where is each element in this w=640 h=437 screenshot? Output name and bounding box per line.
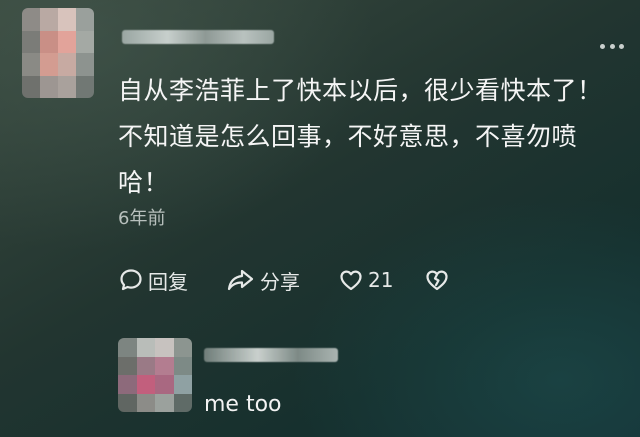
avatar[interactable] bbox=[22, 8, 94, 98]
username[interactable] bbox=[122, 30, 274, 44]
dislike-button[interactable] bbox=[424, 264, 450, 296]
share-label: 分享 bbox=[260, 269, 300, 294]
more-dots-icon[interactable] bbox=[600, 44, 624, 52]
reply-label: 回复 bbox=[148, 269, 188, 294]
reply-avatar[interactable] bbox=[118, 338, 192, 412]
share-arrow-icon bbox=[226, 267, 256, 293]
comment-line: 不知道是怎么回事，不好意思，不喜勿喷 bbox=[118, 122, 578, 151]
comment-line: 哈！ bbox=[118, 168, 170, 197]
reply-username[interactable] bbox=[204, 348, 338, 362]
comment-line: 自从李浩菲上了快本以后，很少看快本了！ bbox=[118, 76, 603, 105]
like-count: 21 bbox=[368, 268, 394, 292]
reply-text: me too bbox=[204, 392, 282, 417]
like-button[interactable]: 21 bbox=[338, 264, 393, 296]
share-button[interactable]: 分享 bbox=[226, 264, 300, 296]
broken-heart-icon bbox=[424, 267, 450, 293]
reply-button[interactable]: 回复 bbox=[118, 264, 188, 296]
heart-icon bbox=[338, 267, 364, 293]
comment-text: 自从李浩菲上了快本以后，很少看快本了！ 不知道是怎么回事，不好意思，不喜勿喷 哈… bbox=[118, 68, 618, 206]
timestamp: 6年前 bbox=[118, 208, 166, 229]
comment-bubble-icon bbox=[118, 267, 144, 293]
